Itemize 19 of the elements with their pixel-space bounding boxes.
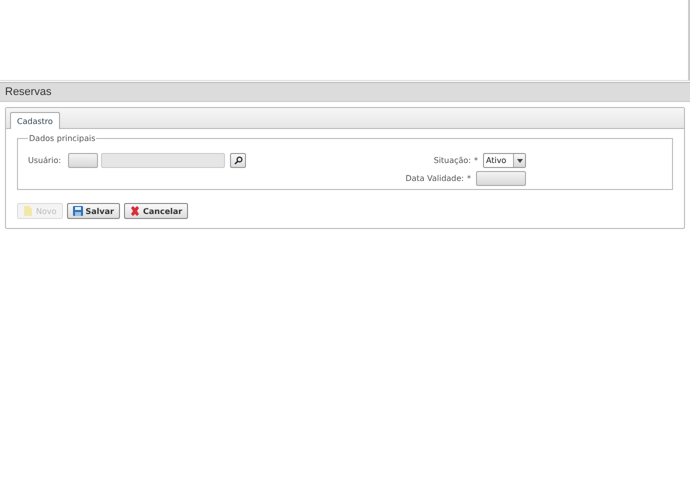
tab[interactable]: Cadastro	[10, 112, 60, 129]
page-title: Reservas	[5, 86, 52, 98]
search-icon	[234, 156, 243, 164]
fieldset-legend: Dados principais	[28, 134, 96, 143]
input-field[interactable]	[101, 152, 226, 168]
date-field[interactable]	[476, 171, 526, 186]
search-button[interactable]	[230, 152, 246, 168]
field-label: Usuário:	[28, 156, 62, 164]
status-dropdown[interactable]: Ativo	[483, 153, 526, 168]
required-mark: *	[467, 174, 471, 183]
caret-icon	[516, 158, 522, 162]
save-button[interactable]: Salvar	[66, 203, 120, 219]
cancel-button[interactable]: Cancelar	[124, 203, 188, 219]
field-label: Data Validade:	[405, 174, 464, 183]
cancel-icon	[130, 206, 140, 216]
field-label: Situação:	[434, 156, 471, 165]
document-icon	[23, 206, 33, 216]
input-field[interactable]	[68, 152, 98, 168]
required-mark: *	[474, 156, 478, 165]
